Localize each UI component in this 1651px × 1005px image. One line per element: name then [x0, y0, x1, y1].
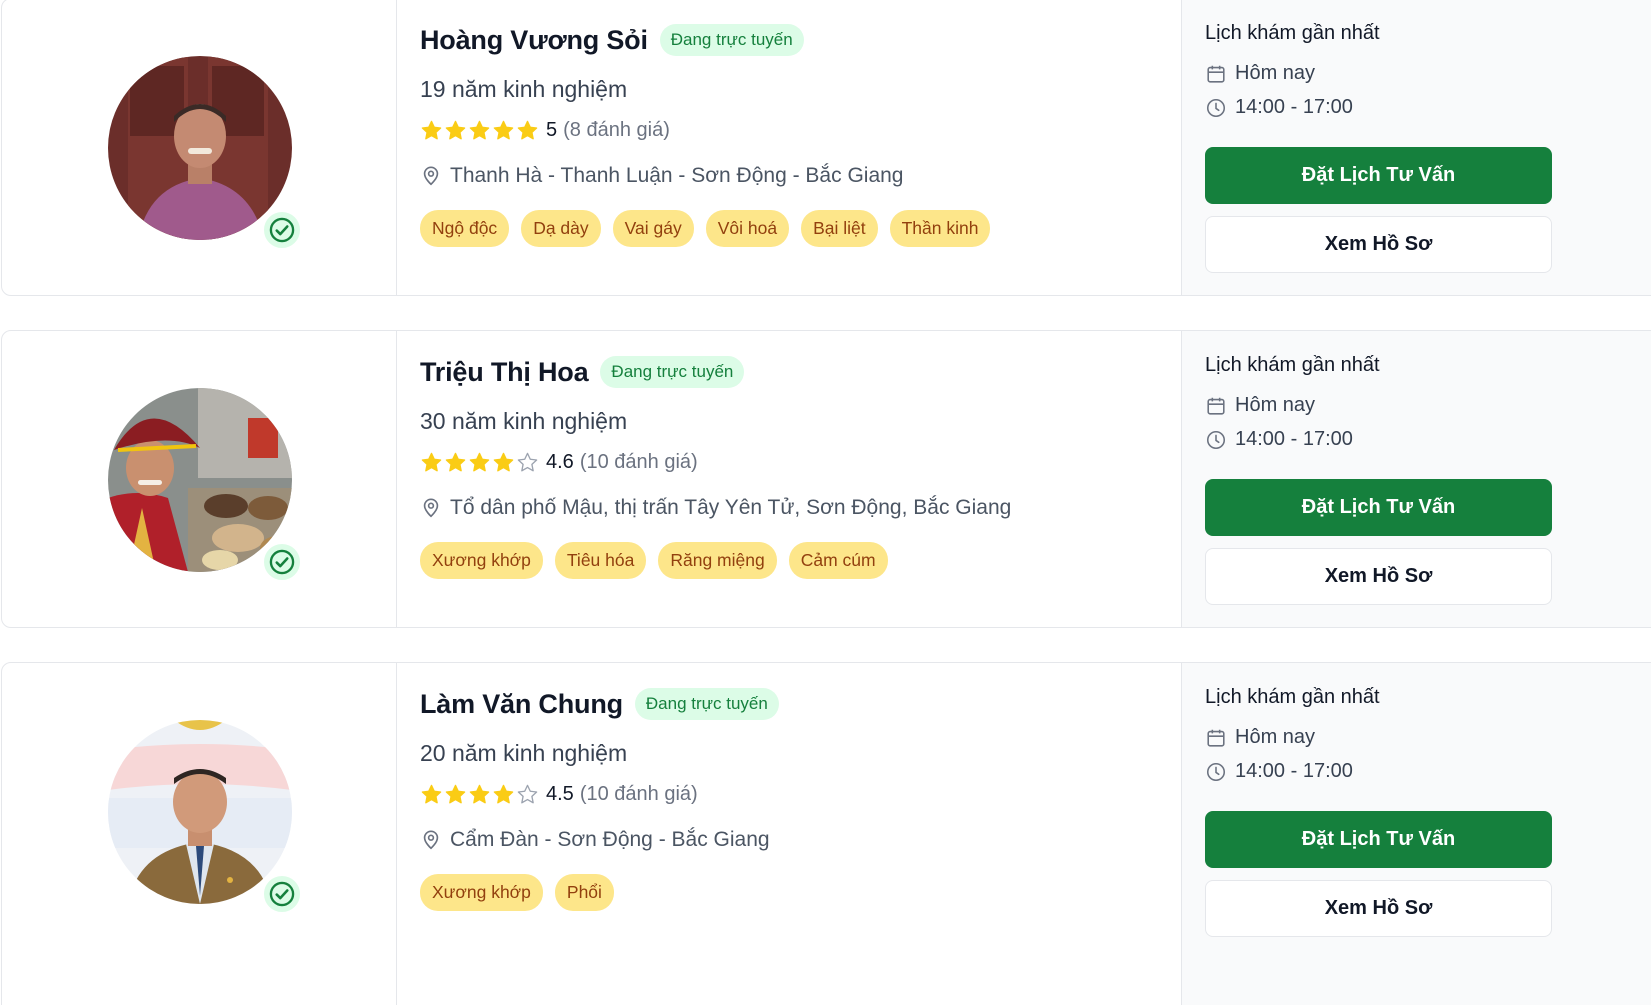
schedule-time: 14:00 - 17:00: [1235, 428, 1353, 450]
star-filled-icon: [469, 452, 490, 472]
star-filled-icon: [421, 120, 442, 140]
location-row: Cẩm Đàn - Sơn Động - Bắc Giang: [420, 828, 770, 852]
star-filled-icon: [445, 452, 466, 472]
star-empty-icon: [517, 784, 538, 804]
schedule-time: 14:00 - 17:00: [1235, 96, 1353, 118]
schedule-title: Lịch khám gần nhất: [1205, 686, 1380, 708]
star-filled-icon: [445, 120, 466, 140]
star-rating: [420, 783, 539, 806]
schedule-time: 14:00 - 17:00: [1235, 760, 1353, 782]
verified-check-icon: [262, 542, 302, 582]
specialty-tag[interactable]: Cảm cúm: [788, 542, 888, 579]
doctor-avatar[interactable]: [108, 720, 292, 904]
specialty-tags: Xương khớp Phổi: [420, 874, 614, 911]
rating-count: (10 đánh giá): [579, 783, 698, 805]
rating-value: 4.6: [546, 451, 574, 473]
clock-icon: [1206, 762, 1226, 781]
doctor-avatar[interactable]: [108, 388, 292, 572]
calendar-icon: [1207, 729, 1225, 747]
doctor-card: Triệu Thị Hoa Đang trực tuyến 30 năm kin…: [1, 330, 1651, 628]
clock-icon: [1206, 98, 1226, 117]
rating: 4.6 (10 đánh giá): [420, 451, 698, 474]
schedule-title: Lịch khám gần nhất: [1205, 22, 1380, 44]
location-row: Tổ dân phố Mậu, thị trấn Tây Yên Tử, Sơn…: [420, 496, 1011, 520]
specialty-tag[interactable]: Ngộ độc: [420, 210, 510, 247]
specialty-tag[interactable]: Xương khớp: [420, 874, 543, 911]
specialty-tag[interactable]: Thần kinh: [889, 210, 991, 247]
verified-check-icon: [262, 874, 302, 914]
star-filled-icon: [517, 120, 538, 140]
star-empty-icon: [517, 452, 538, 472]
star-filled-icon: [469, 120, 490, 140]
avatar-column: [2, 331, 397, 627]
schedule-panel: Lịch khám gần nhất Hôm nay 14:00 - 17:00…: [1181, 0, 1651, 295]
specialty-tag[interactable]: Xương khớp: [420, 542, 543, 579]
star-filled-icon: [493, 452, 514, 472]
schedule-panel: Lịch khám gần nhất Hôm nay 14:00 - 17:00…: [1181, 663, 1651, 1005]
experience-text: 30 năm kinh nghiệm: [420, 408, 628, 434]
specialty-tag[interactable]: Vai gáy: [612, 210, 694, 247]
star-filled-icon: [493, 784, 514, 804]
schedule-day: Hôm nay: [1235, 62, 1316, 84]
specialty-tag[interactable]: Dạ dày: [521, 210, 601, 247]
schedule-day: Hôm nay: [1235, 726, 1316, 748]
online-status-badge: Đang trực tuyến: [600, 356, 745, 388]
doctor-name[interactable]: Hoàng Vương Sỏi: [420, 25, 648, 56]
calendar-icon: [1207, 397, 1225, 415]
map-pin-icon: [423, 498, 439, 518]
rating-count: (10 đánh giá): [579, 451, 698, 473]
book-consultation-button[interactable]: Đặt Lịch Tư Vấn: [1205, 479, 1552, 536]
doctor-avatar[interactable]: [108, 56, 292, 240]
verified-check-icon: [262, 210, 302, 250]
specialty-tag[interactable]: Bại liệt: [801, 210, 878, 247]
doctor-card: Hoàng Vương Sỏi Đang trực tuyến 19 năm k…: [1, 0, 1651, 296]
schedule-title: Lịch khám gần nhất: [1205, 354, 1380, 376]
online-status-badge: Đang trực tuyến: [659, 24, 804, 56]
star-rating: [420, 451, 539, 474]
avatar-column: [2, 663, 397, 1005]
doctor-name[interactable]: Triệu Thị Hoa: [420, 357, 589, 388]
online-status-badge: Đang trực tuyến: [634, 688, 779, 720]
specialty-tag[interactable]: Tiêu hóa: [554, 542, 647, 579]
location-text: Thanh Hà - Thanh Luận - Sơn Động - Bắc G…: [450, 164, 904, 187]
clock-icon: [1206, 430, 1226, 449]
specialty-tag[interactable]: Vôi hoá: [705, 210, 790, 247]
view-profile-button[interactable]: Xem Hồ Sơ: [1205, 880, 1552, 937]
avatar-column: [2, 0, 397, 295]
view-profile-button[interactable]: Xem Hồ Sơ: [1205, 216, 1552, 273]
specialty-tag[interactable]: Phổi: [554, 874, 614, 911]
specialty-tags: Ngộ độc Dạ dày Vai gáy Vôi hoá Bại liệt …: [420, 210, 991, 247]
view-profile-button[interactable]: Xem Hồ Sơ: [1205, 548, 1552, 605]
book-consultation-button[interactable]: Đặt Lịch Tư Vấn: [1205, 811, 1552, 868]
doctor-card: Làm Văn Chung Đang trực tuyến 20 năm kin…: [1, 662, 1651, 1005]
rating: 4.5 (10 đánh giá): [420, 783, 698, 806]
calendar-icon: [1207, 65, 1225, 83]
rating: 5 (8 đánh giá): [420, 119, 670, 142]
location-text: Tổ dân phố Mậu, thị trấn Tây Yên Tử, Sơn…: [450, 496, 1012, 519]
star-filled-icon: [469, 784, 490, 804]
map-pin-icon: [423, 166, 439, 186]
star-filled-icon: [421, 452, 442, 472]
map-pin-icon: [423, 830, 439, 850]
experience-text: 20 năm kinh nghiệm: [420, 740, 628, 766]
star-filled-icon: [493, 120, 514, 140]
doctor-name[interactable]: Làm Văn Chung: [420, 689, 623, 720]
rating-value: 5: [546, 119, 558, 141]
star-filled-icon: [445, 784, 466, 804]
book-consultation-button[interactable]: Đặt Lịch Tư Vấn: [1205, 147, 1552, 204]
star-filled-icon: [421, 784, 442, 804]
location-row: Thanh Hà - Thanh Luận - Sơn Động - Bắc G…: [420, 164, 903, 188]
location-text: Cẩm Đàn - Sơn Động - Bắc Giang: [450, 828, 770, 851]
schedule-panel: Lịch khám gần nhất Hôm nay 14:00 - 17:00…: [1181, 331, 1651, 627]
specialty-tags: Xương khớp Tiêu hóa Răng miệng Cảm cúm: [420, 542, 888, 579]
schedule-day: Hôm nay: [1235, 394, 1316, 416]
experience-text: 19 năm kinh nghiệm: [420, 76, 628, 102]
specialty-tag[interactable]: Răng miệng: [658, 542, 777, 579]
rating-value: 4.5: [546, 783, 574, 805]
rating-count: (8 đánh giá): [563, 119, 670, 141]
star-rating: [420, 119, 539, 142]
